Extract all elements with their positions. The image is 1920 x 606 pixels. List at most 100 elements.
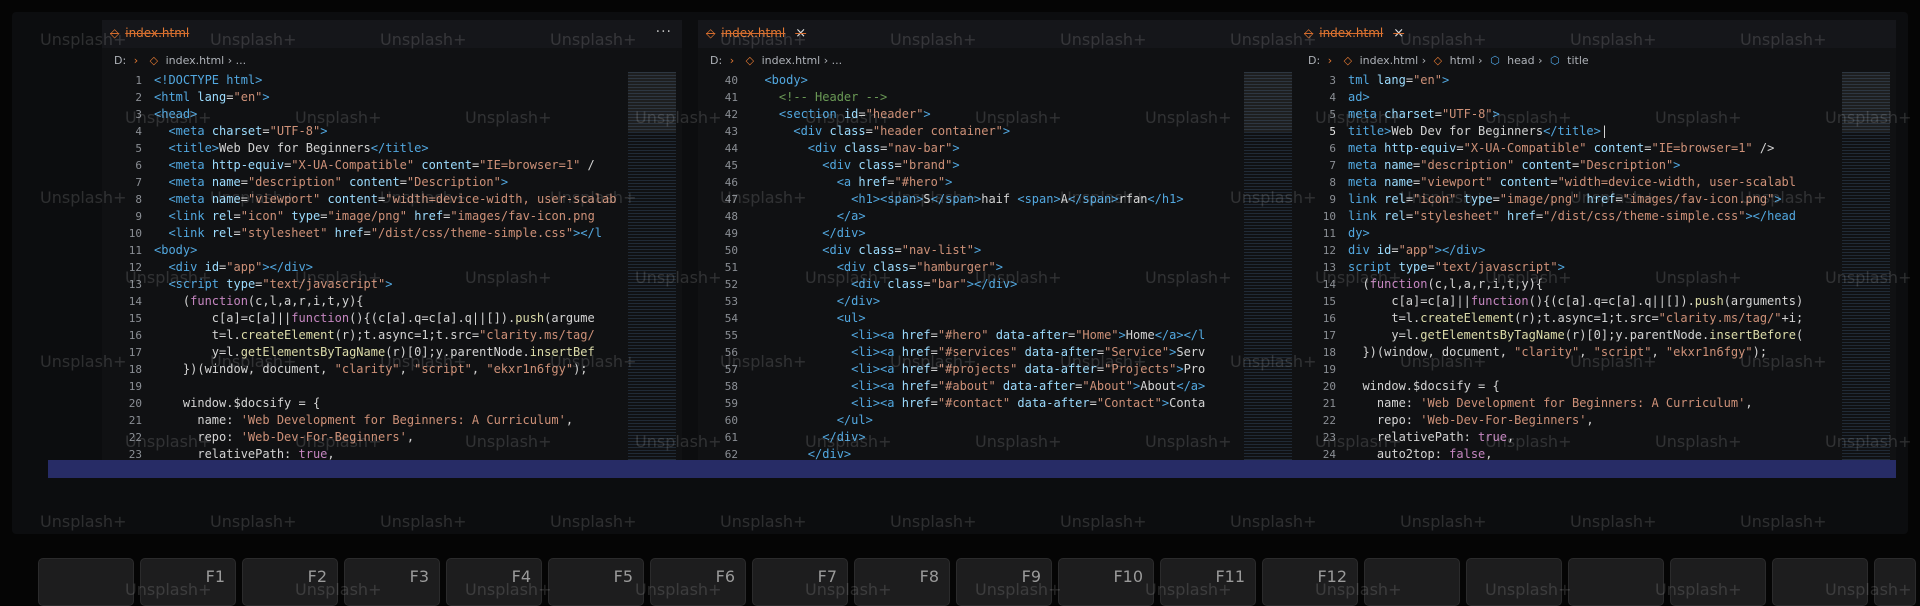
code-text[interactable]: t=l.createElement(r);t.async=1;t.src="cl… [154, 327, 595, 344]
code-line[interactable]: 10 link rel="stylesheet" href="/dist/css/… [1296, 208, 1836, 225]
code-line[interactable]: 21 name: 'Web Development for Beginners:… [102, 412, 622, 429]
code-line[interactable]: 23 relativePath: true, [1296, 429, 1836, 446]
minimap-slider[interactable] [628, 72, 676, 132]
code-text[interactable]: <body> [154, 242, 197, 259]
code-line[interactable]: 8 <meta name="viewport" content="width=d… [102, 191, 622, 208]
code-text[interactable]: <div class="hamburger"> [750, 259, 1003, 276]
code-line[interactable]: 61 </div> [698, 429, 1238, 446]
code-text[interactable]: </div> [750, 225, 865, 242]
breadcrumb-title[interactable]: title [1567, 54, 1589, 67]
code-text[interactable]: script type="text/javascript"> [1348, 259, 1565, 276]
code-text[interactable]: link rel="icon" type="image/png" href="i… [1348, 191, 1782, 208]
code-text[interactable]: <section id="header"> [750, 106, 931, 123]
code-editor[interactable]: 3 tml lang="en"> 4 ad> 5 meta charset="UTF-8"… [1296, 72, 1836, 472]
code-line[interactable]: 11 <body> [102, 242, 622, 259]
code-line[interactable]: 19 [102, 378, 622, 395]
code-editor[interactable]: 1 <!DOCTYPE html> 2 <html lang="en"> 3 <head>… [102, 72, 622, 472]
code-line[interactable]: 55 <li><a href="#hero" data-after="Home"… [698, 327, 1238, 344]
minimap[interactable] [628, 72, 676, 472]
minimap-slider[interactable] [1244, 72, 1292, 132]
code-line[interactable]: 6 <meta http-equiv="X-UA-Compatible" con… [102, 157, 622, 174]
code-text[interactable]: meta name="viewport" content="width=devi… [1348, 174, 1796, 191]
code-line[interactable]: 47 <h1><span>S</span>haif <span>A</span>… [698, 191, 1238, 208]
tab-index-html[interactable]: ◇ index.html [110, 26, 189, 40]
code-line[interactable]: 3 <head> [102, 106, 622, 123]
code-text[interactable]: dy> [1348, 225, 1370, 242]
breadcrumb-drive[interactable]: D: [710, 54, 722, 67]
code-text[interactable]: y=l.getElementsByTagName(r)[0];y.parentN… [1348, 327, 1803, 344]
breadcrumb-file[interactable]: index.html [1360, 54, 1419, 67]
code-line[interactable]: 5 title>Web Dev for Beginners</title>| [1296, 123, 1836, 140]
code-line[interactable]: 11 dy> [1296, 225, 1836, 242]
code-text[interactable]: <li><a href="#projects" data-after="Proj… [750, 361, 1205, 378]
code-line[interactable]: 13 <script type="text/javascript"> [102, 276, 622, 293]
code-line[interactable]: 20 window.$docsify = { [102, 395, 622, 412]
minimap[interactable] [1244, 72, 1292, 472]
code-text[interactable]: ad> [1348, 89, 1370, 106]
code-line[interactable]: 17 y=l.getElementsByTagName(r)[0];y.pare… [1296, 327, 1836, 344]
code-text[interactable]: <div id="app"></div> [154, 259, 313, 276]
code-line[interactable]: 6 meta http-equiv="X-UA-Compatible" conte… [1296, 140, 1836, 157]
code-text[interactable]: })(window, document, "clarity", "script"… [1348, 344, 1767, 361]
code-text[interactable]: div id="app"></div> [1348, 242, 1485, 259]
code-text[interactable]: </div> [750, 293, 880, 310]
code-line[interactable]: 9 <link rel="icon" type="image/png" href… [102, 208, 622, 225]
code-text[interactable]: meta http-equiv="X-UA-Compatible" conten… [1348, 140, 1774, 157]
code-text[interactable]: repo: 'Web-Dev-For-Beginners', [154, 429, 414, 446]
code-text[interactable]: <body> [750, 72, 807, 89]
code-text[interactable]: window.$docsify = { [154, 395, 320, 412]
code-text[interactable]: <meta name="viewport" content="width=dev… [154, 191, 616, 208]
tab-index-html[interactable]: ◇ index.html × [706, 26, 806, 41]
code-text[interactable]: <div class="bar"></div> [750, 276, 1017, 293]
code-text[interactable]: c[a]=c[a]||function(){(c[a].q=c[a].q||[]… [1348, 293, 1803, 310]
breadcrumb-file[interactable]: index.html [166, 54, 225, 67]
code-line[interactable]: 3 tml lang="en"> [1296, 72, 1836, 89]
code-line[interactable]: 4 ad> [1296, 89, 1836, 106]
code-line[interactable]: 8 meta name="viewport" content="width=dev… [1296, 174, 1836, 191]
code-text[interactable]: <div class="nav-bar"> [750, 140, 960, 157]
code-line[interactable]: 48 </a> [698, 208, 1238, 225]
code-line[interactable]: 4 <meta charset="UTF-8"> [102, 123, 622, 140]
code-text[interactable]: <meta name="description" content="Descri… [154, 174, 508, 191]
close-icon[interactable]: × [1393, 26, 1404, 41]
code-text[interactable]: <h1><span>S</span>haif <span>A</span>rfa… [750, 191, 1183, 208]
code-text[interactable]: <li><a href="#services" data-after="Serv… [750, 344, 1205, 361]
code-line[interactable]: 45 <div class="brand"> [698, 157, 1238, 174]
code-line[interactable]: 1 <!DOCTYPE html> [102, 72, 622, 89]
code-line[interactable]: 50 <div class="nav-list"> [698, 242, 1238, 259]
breadcrumb-head[interactable]: head [1507, 54, 1534, 67]
code-text[interactable]: <!DOCTYPE html> [154, 72, 262, 89]
more-actions-button[interactable]: ··· [656, 24, 672, 40]
breadcrumb-rest[interactable]: ... [832, 54, 843, 67]
code-text[interactable]: c[a]=c[a]||function(){(c[a].q=c[a].q||[]… [154, 310, 595, 327]
code-text[interactable]: <script type="text/javascript"> [154, 276, 392, 293]
code-text[interactable]: <div class="header container"> [750, 123, 1010, 140]
code-line[interactable]: 20 window.$docsify = { [1296, 378, 1836, 395]
code-text[interactable]: </div> [750, 429, 865, 446]
minimap[interactable] [1842, 72, 1890, 472]
code-line[interactable]: 41 <!-- Header --> [698, 89, 1238, 106]
code-line[interactable]: 14 (function(c,l,a,r,i,t,y){ [102, 293, 622, 310]
code-line[interactable]: 21 name: 'Web Development for Beginners:… [1296, 395, 1836, 412]
code-line[interactable]: 18 })(window, document, "clarity", "scri… [1296, 344, 1836, 361]
code-line[interactable]: 12 div id="app"></div> [1296, 242, 1836, 259]
code-text[interactable]: <link rel="stylesheet" href="/dist/css/t… [154, 225, 602, 242]
code-line[interactable]: 40 <body> [698, 72, 1238, 89]
code-line[interactable]: 10 <link rel="stylesheet" href="/dist/cs… [102, 225, 622, 242]
code-line[interactable]: 7 meta name="description" content="Descri… [1296, 157, 1836, 174]
code-text[interactable]: </a> [750, 208, 866, 225]
code-text[interactable]: y=l.getElementsByTagName(r)[0];y.parentN… [154, 344, 595, 361]
code-line[interactable]: 16 t=l.createElement(r);t.async=1;t.src=… [102, 327, 622, 344]
code-text[interactable]: window.$docsify = { [1348, 378, 1499, 395]
code-line[interactable]: 18 })(window, document, "clarity", "scri… [102, 361, 622, 378]
code-line[interactable]: 17 y=l.getElementsByTagName(r)[0];y.pare… [102, 344, 622, 361]
code-text[interactable]: repo: 'Web-Dev-For-Beginners', [1348, 412, 1594, 429]
code-line[interactable]: 49 </div> [698, 225, 1238, 242]
code-text[interactable]: <a href="#hero"> [750, 174, 953, 191]
breadcrumb-drive[interactable]: D: [1308, 54, 1320, 67]
code-line[interactable]: 15 c[a]=c[a]||function(){(c[a].q=c[a].q|… [1296, 293, 1836, 310]
code-editor[interactable]: 40 <body> 41 <!-- Header --> 42 <section i… [698, 72, 1238, 472]
breadcrumb-drive[interactable]: D: [114, 54, 126, 67]
code-line[interactable]: 13 script type="text/javascript"> [1296, 259, 1836, 276]
code-text[interactable]: t=l.createElement(r);t.async=1;t.src="cl… [1348, 310, 1803, 327]
